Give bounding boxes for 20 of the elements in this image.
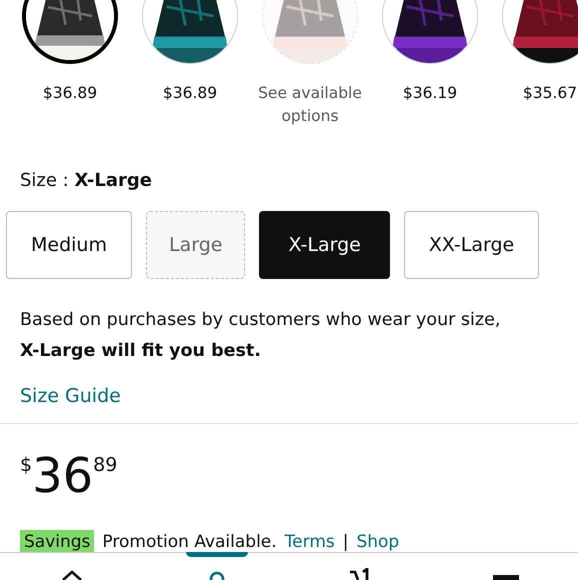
swatch-price: $35.67 — [522, 83, 578, 104]
size-option[interactable]: Large — [146, 211, 246, 279]
swatch-price: $36.19 — [402, 83, 458, 104]
shop-link[interactable]: Shop — [356, 532, 400, 552]
savings-badge: Savings — [20, 530, 94, 554]
promotion-text: Promotion Available. — [102, 532, 277, 552]
size-option[interactable]: X-Large — [259, 211, 390, 279]
size-option[interactable]: Medium — [6, 211, 132, 279]
active-indicator — [186, 552, 248, 557]
size-option[interactable]: XX-Large — [404, 211, 540, 279]
fit-recommendation: Based on purchases by customers who wear your size, X-Large will fit you best. — [20, 309, 502, 363]
separator: | — [342, 532, 348, 552]
swatch-price: $36.89 — [42, 83, 98, 104]
swatch-price: See available options — [257, 83, 363, 127]
size-guide-link[interactable]: Size Guide — [20, 385, 121, 407]
home-icon — [60, 568, 84, 580]
terms-link[interactable]: Terms — [284, 532, 335, 552]
size-label: Size : X-Large — [20, 170, 153, 191]
swatch-price: $36.89 — [162, 83, 218, 104]
menu-icon — [492, 575, 519, 580]
